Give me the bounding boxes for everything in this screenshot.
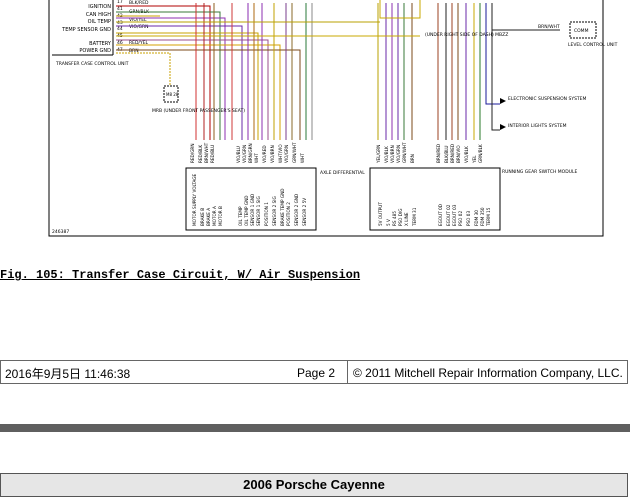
footer-timestamp: 2016年9月5日 11:46:38	[5, 367, 131, 381]
page-footer: 2016年9月5日 11:46:38 Page 2 © 2011 Mitchel…	[0, 360, 628, 384]
right-signal: EGOUT 0D	[438, 204, 443, 226]
diagram-id: 246387	[52, 229, 69, 235]
right-wire-label: VIO/BLK	[384, 146, 389, 163]
label-oil-temp: OIL TEMP	[88, 19, 111, 25]
comm-label: COMM	[574, 28, 589, 34]
left-signal: SENSOR 2 SIG	[272, 196, 277, 226]
wire-code-blk-red: BLK/RED	[129, 0, 149, 6]
right-wire-label: BLK/BLU	[444, 146, 449, 163]
right-signal: EGOUT 02	[446, 204, 451, 226]
left-signal: POSITION 1	[264, 202, 269, 226]
right-signal: RS 485	[392, 211, 397, 226]
right-signal: PSO DIG	[398, 208, 403, 226]
right-wire-label: YEL	[472, 155, 477, 164]
mrb-label: MRB (UNDER FRONT PASSENGER'S SEAT)	[152, 108, 245, 114]
left-wire-label: RED/BLU	[210, 145, 215, 163]
left-wire-label: VIO/BLU	[236, 146, 241, 163]
pin-17: 17	[117, 0, 123, 5]
left-signal: BRAKE TEMP GND	[280, 189, 285, 226]
left-wire-label: VIO/GRN	[284, 145, 289, 163]
left-signal: OIL TEMP	[238, 206, 243, 226]
label-battery: BATTERY	[89, 41, 112, 47]
left-wire-label: WHT/VIO	[278, 144, 283, 163]
right-wire-label: BRN/VIO	[456, 145, 461, 163]
wiring-diagram: IGNITION CAN HIGH OIL TEMP TEMP SENSOR G…	[48, 0, 618, 237]
left-wire-label: VIO/BRN	[270, 145, 275, 163]
left-wire-label: RED/BLK	[198, 145, 203, 163]
label-temp-sensor-gnd: TEMP SENSOR GND	[61, 27, 111, 33]
footer-divider	[347, 361, 348, 383]
left-signal: SENSOR 1 SIG	[256, 196, 261, 226]
left-signal: MOTOR A	[212, 206, 217, 226]
interior-lights-system: INTERIOR LIGHTS SYSTEM	[508, 123, 567, 129]
left-signal: BRAKE B	[200, 208, 205, 226]
footer-page-number: Page 2	[297, 366, 336, 380]
right-signal: 5 V	[386, 219, 391, 226]
mrb-pin-label: M8 28	[166, 92, 179, 97]
left-signal: BRAKE A	[206, 208, 211, 226]
next-page-title: 2006 Porsche Cayenne	[0, 473, 628, 497]
left-signal: SENSOR 1 GND	[250, 194, 255, 226]
pin-41: 41	[117, 6, 123, 12]
left-signal: MOTOR B	[218, 206, 223, 226]
pin-43: 43	[117, 20, 123, 26]
left-wire-label: WHT	[254, 153, 259, 163]
right-wire-label: VIO/BRN	[390, 145, 395, 163]
axle-differential-label: AXLE DIFFERENTIAL	[320, 170, 365, 176]
right-wire-label: BRN/RED	[436, 144, 441, 163]
left-signal: SENSOR 2 GND	[294, 194, 299, 226]
left-signal: MOTOR SUPPLY VOLTAGE	[192, 173, 197, 226]
pin-44: 44	[117, 26, 123, 32]
right-wire-label: BRN	[410, 154, 415, 163]
right-signal: EGOUT 03	[452, 204, 457, 226]
level-control-unit: LEVEL CONTROL UNIT	[568, 42, 618, 48]
right-signal: TERM 15	[486, 207, 491, 227]
wire-code-vio-grn: VIO/GRN	[129, 24, 148, 30]
right-signal: X LINE	[404, 212, 409, 226]
right-signal: PSO 02	[458, 211, 463, 226]
left-wire-label: VIO/GRN	[242, 145, 247, 163]
footer-copyright: © 2011 Mitchell Repair Information Compa…	[353, 366, 623, 380]
right-wire-label: BRN/RED	[450, 144, 455, 163]
brn-wht-label: BRN/WHT	[538, 24, 560, 30]
right-wire-label: VIO/GRN	[396, 145, 401, 163]
right-wire-label: VIO/BLK	[464, 146, 469, 163]
left-wire-label: WHT	[300, 153, 305, 163]
right-signal: TERM 31	[412, 207, 417, 227]
left-wire-label: VIO/RED	[262, 145, 267, 163]
left-wire-label: BRN/GRN	[248, 143, 253, 163]
electronic-suspension-system: ELECTRONIC SUSPENSION SYSTEM	[508, 96, 587, 102]
left-wire-label: RED/GRN	[190, 144, 195, 163]
under-dash-label: (UNDER RIGHT SIDE OF DASH) MBZZ	[425, 32, 508, 38]
label-power-gnd: POWER GND	[79, 48, 111, 54]
page-separator	[0, 424, 630, 432]
right-wire-label: GRN/WHT	[402, 142, 407, 163]
right-signal: FDM 30	[474, 210, 479, 226]
running-gear-switch-module: RUNNING GEAR SWITCH MODULE	[502, 169, 577, 175]
label-can-high: CAN HIGH	[86, 12, 111, 18]
left-signal: SENSOR 2 5V	[302, 198, 307, 226]
right-signal: PSO 03	[466, 211, 471, 226]
left-signal: POSITION 2	[286, 202, 291, 226]
left-wire-label: GRN/WHT	[292, 142, 297, 163]
tcu-label: TRANSFER CASE CONTROL UNIT	[55, 61, 129, 67]
right-signal: FDM 350	[480, 207, 485, 226]
label-ignition: IGNITION	[88, 4, 111, 10]
left-signal: OIL TEMP GND	[244, 196, 249, 226]
left-wire-label: BRN/WHT	[204, 142, 209, 163]
right-signal: 5V OUTPUT	[378, 202, 383, 226]
right-wire-label: GRN/BLK	[478, 144, 483, 163]
right-wire-label: YEL/GRN	[376, 145, 381, 164]
figure-caption: Fig. 105: Transfer Case Circuit, W/ Air …	[0, 268, 361, 282]
